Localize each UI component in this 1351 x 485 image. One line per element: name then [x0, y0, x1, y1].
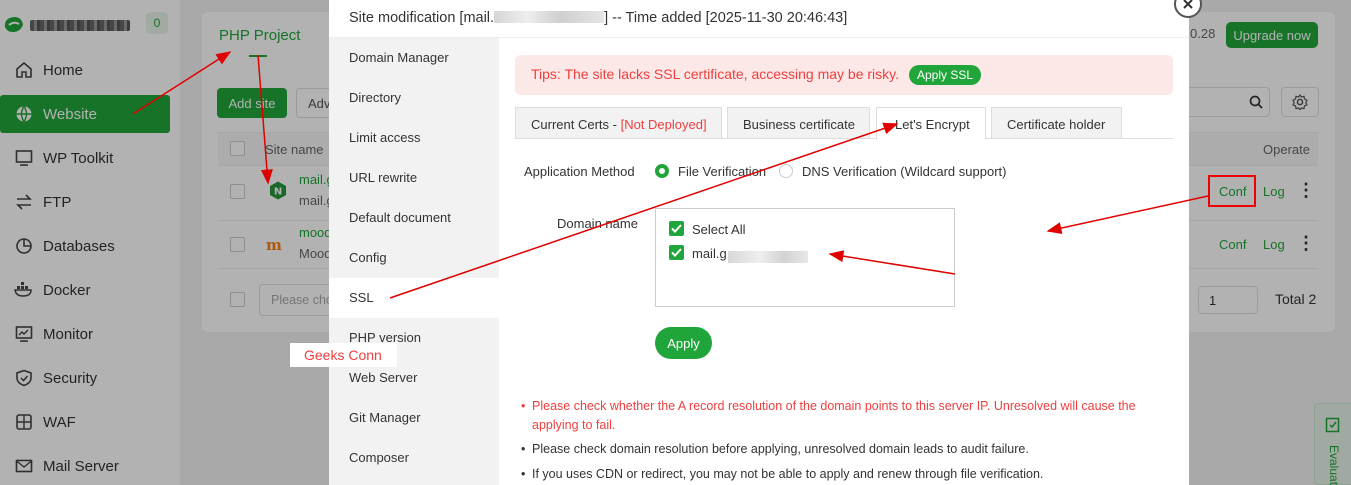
- modal-title: Site modification [mail. ] -- Time added …: [329, 0, 1189, 38]
- file-verification-radio[interactable]: [655, 164, 669, 178]
- ssl-content: Tips: The site lacks SSL certificate, ac…: [499, 38, 1189, 485]
- tab-current-certs[interactable]: Current Certs - [Not Deployed]: [515, 107, 722, 139]
- menu-item-ssl[interactable]: SSL: [329, 278, 499, 318]
- select-all-label[interactable]: Select All: [692, 222, 745, 237]
- redacted-domain: [728, 251, 808, 263]
- domain-item-label[interactable]: mail.g: [692, 246, 727, 261]
- note-item: • If you uses CDN or redirect, you may no…: [521, 467, 1044, 481]
- modal-title-suffix: ] -- Time added [2025-11-30 20:46:43]: [604, 10, 848, 26]
- tab-lets-encrypt[interactable]: Let's Encrypt: [876, 107, 986, 140]
- method-label: Application Method: [524, 164, 635, 179]
- menu-item-git-manager[interactable]: Git Manager: [329, 398, 499, 438]
- tip-text: Tips: The site lacks SSL certificate, ac…: [531, 66, 900, 82]
- tab-business-certificate[interactable]: Business certificate: [727, 107, 870, 139]
- dns-verification-label[interactable]: DNS Verification (Wildcard support): [802, 164, 1006, 179]
- redacted-domain: [494, 11, 605, 23]
- not-deployed-status: [Not Deployed]: [620, 117, 707, 132]
- apply-button[interactable]: Apply: [655, 327, 712, 359]
- tab-label: Current Certs -: [531, 117, 621, 132]
- domain-checkbox[interactable]: [669, 245, 684, 260]
- close-icon: [1183, 0, 1193, 9]
- file-verification-label[interactable]: File Verification: [678, 164, 766, 179]
- menu-item-composer[interactable]: Composer: [329, 438, 499, 478]
- menu-item-url-rewrite[interactable]: URL rewrite: [329, 158, 499, 198]
- settings-menu: Domain Manager Directory Limit access UR…: [329, 38, 499, 485]
- note-item: • Please check whether the A record resol…: [521, 399, 1136, 432]
- note-item: • Please check domain resolution before a…: [521, 442, 1029, 456]
- dns-verification-radio[interactable]: [779, 164, 793, 178]
- modal-title-prefix: Site modification [mail.: [349, 10, 495, 26]
- ssl-warning-tip: Tips: The site lacks SSL certificate, ac…: [515, 55, 1173, 95]
- domain-label: Domain name: [557, 216, 638, 231]
- tab-certificate-holder[interactable]: Certificate holder: [991, 107, 1122, 139]
- note-text: Please check domain resolution before ap…: [532, 442, 1029, 456]
- watermark: Geeks Conn: [290, 343, 397, 367]
- note-text: Please check whether the A record resolu…: [532, 399, 1136, 432]
- menu-item-domain-manager[interactable]: Domain Manager: [329, 38, 499, 78]
- select-all-domains-checkbox[interactable]: [669, 221, 684, 236]
- domain-list: Select All mail.g: [655, 208, 955, 307]
- cert-tabs: Current Certs - [Not Deployed] Business …: [515, 107, 1173, 140]
- menu-item-default-document[interactable]: Default document: [329, 198, 499, 238]
- menu-item-config[interactable]: Config: [329, 238, 499, 278]
- menu-item-limit-access[interactable]: Limit access: [329, 118, 499, 158]
- annotation-highlight-box: [1208, 175, 1256, 207]
- apply-ssl-button[interactable]: Apply SSL: [909, 65, 981, 85]
- menu-item-directory[interactable]: Directory: [329, 78, 499, 118]
- site-modification-modal: Site modification [mail. ] -- Time added …: [329, 0, 1189, 485]
- note-text: If you uses CDN or redirect, you may not…: [532, 467, 1044, 481]
